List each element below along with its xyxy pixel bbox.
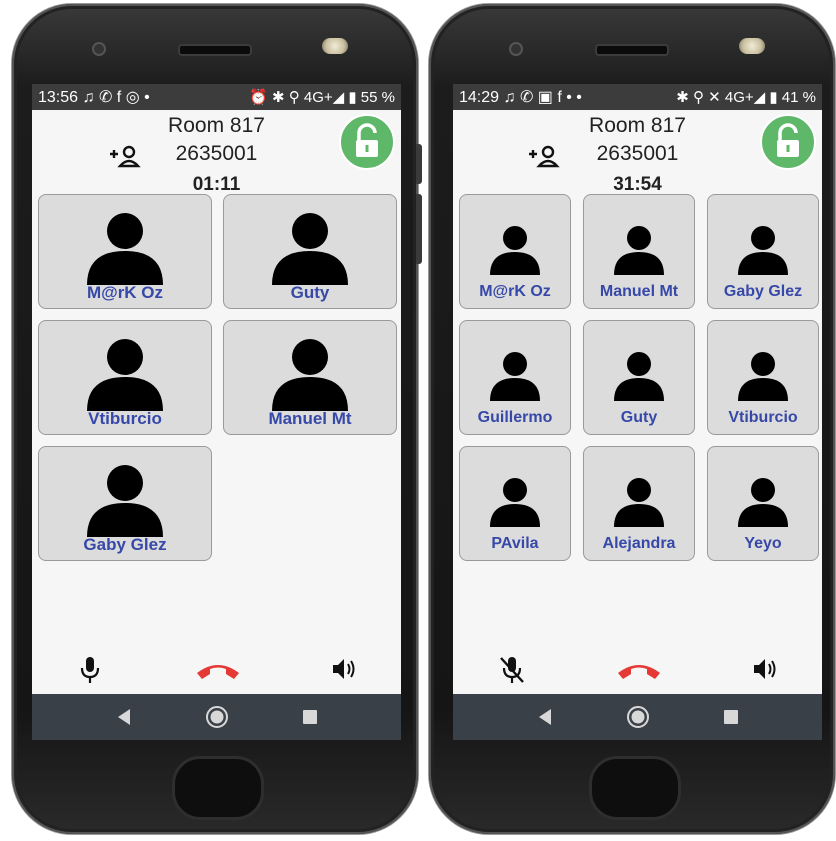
participant-name: Yeyo — [744, 535, 782, 552]
avatar-icon — [614, 352, 664, 401]
home-icon[interactable] — [627, 706, 649, 728]
lock-button[interactable] — [339, 114, 395, 170]
avatar-icon — [738, 478, 788, 527]
status-left: 13:56 ♫ ✆ f ◎ • — [38, 87, 150, 107]
status-time: 14:29 — [459, 89, 500, 106]
call-timer: 01:11 — [192, 174, 241, 195]
microphone-muted-icon[interactable] — [499, 655, 525, 685]
microphone-icon[interactable] — [78, 655, 102, 685]
participant-name: Manuel Mt — [599, 283, 679, 300]
avatar-icon — [614, 226, 664, 275]
participant-name: Guty — [620, 409, 658, 426]
participant-name: Manuel Mt — [268, 409, 352, 428]
hardware-home-button — [589, 756, 681, 820]
participant-tile[interactable]: Yeyo — [707, 446, 819, 561]
participant-name: PAvila — [491, 535, 539, 552]
participant-name: Alejandra — [602, 535, 676, 552]
phone-right: 14:29 ♫ ✆ ▣ f • • ✱ ⚲ ✕ 4G+◢ ▮ 41 % Room… — [429, 4, 835, 834]
recents-icon[interactable] — [723, 709, 739, 725]
hardware-home-button — [172, 756, 264, 820]
speaker-icon[interactable] — [751, 655, 779, 683]
avatar-icon — [87, 213, 163, 285]
participant-name: Vtiburcio — [728, 409, 798, 426]
participant-tile[interactable]: PAvila — [459, 446, 571, 561]
volume-button — [416, 194, 422, 264]
unlock-icon — [356, 123, 378, 157]
back-icon[interactable] — [537, 708, 553, 726]
avatar-icon — [614, 478, 664, 527]
participant-tile[interactable]: M@rK Oz — [38, 194, 212, 309]
flash — [322, 38, 348, 54]
participant-name: Guillermo — [477, 409, 553, 426]
participant-tile[interactable]: Guillermo — [459, 320, 571, 435]
nav-bar — [32, 694, 401, 740]
status-right: ⏰ ✱ ⚲ 4G+◢ ▮ 55 % — [249, 89, 395, 106]
status-left: 14:29 ♫ ✆ ▣ f • • — [459, 87, 582, 107]
call-controls — [32, 651, 401, 691]
status-icons: ♫ ✆ f ◎ • — [82, 89, 150, 106]
participant-tile[interactable]: Guty — [583, 320, 695, 435]
home-icon[interactable] — [206, 706, 228, 728]
nav-bar — [453, 694, 822, 740]
status-time: 13:56 — [38, 89, 79, 106]
avatar-icon — [738, 226, 788, 275]
participant-tile[interactable]: Gaby Glez — [38, 446, 212, 561]
participant-tile[interactable]: Gaby Glez — [707, 194, 819, 309]
participant-tile[interactable]: M@rK Oz — [459, 194, 571, 309]
flash — [739, 38, 765, 54]
participant-name: M@rK Oz — [86, 283, 164, 302]
avatar-icon — [272, 213, 348, 285]
participant-tile[interactable]: Manuel Mt — [583, 194, 695, 309]
call-timer: 31:54 — [613, 174, 662, 195]
screen-right: 14:29 ♫ ✆ ▣ f • • ✱ ⚲ ✕ 4G+◢ ▮ 41 % Room… — [453, 84, 822, 740]
hang-up-icon[interactable] — [194, 659, 242, 681]
avatar-icon — [738, 352, 788, 401]
status-icons: ♫ ✆ ▣ f • • — [503, 89, 582, 106]
back-icon[interactable] — [116, 708, 132, 726]
avatar-icon — [490, 478, 540, 527]
front-camera — [509, 42, 523, 56]
status-bar: 14:29 ♫ ✆ ▣ f • • ✱ ⚲ ✕ 4G+◢ ▮ 41 % — [453, 84, 822, 110]
participant-tile[interactable]: Guty — [223, 194, 397, 309]
participant-tile[interactable]: Vtiburcio — [707, 320, 819, 435]
hang-up-icon[interactable] — [615, 659, 663, 681]
avatar-icon — [87, 339, 163, 411]
phone-left: 13:56 ♫ ✆ f ◎ • ⏰ ✱ ⚲ 4G+◢ ▮ 55 % Room 8… — [12, 4, 422, 834]
avatar-icon — [87, 465, 163, 537]
recents-icon[interactable] — [302, 709, 318, 725]
screen-left: 13:56 ♫ ✆ f ◎ • ⏰ ✱ ⚲ 4G+◢ ▮ 55 % Room 8… — [32, 84, 401, 740]
avatar-icon — [272, 339, 348, 411]
participant-name: Guty — [290, 283, 330, 302]
front-camera — [92, 42, 106, 56]
lock-button[interactable] — [760, 114, 816, 170]
participant-tile[interactable]: Alejandra — [583, 446, 695, 561]
participant-name: Gaby Glez — [723, 283, 803, 300]
earpiece — [178, 44, 252, 56]
avatar-icon — [490, 226, 540, 275]
call-controls — [453, 651, 822, 691]
status-right: ✱ ⚲ ✕ 4G+◢ ▮ 41 % — [676, 89, 816, 106]
participant-name: M@rK Oz — [479, 283, 551, 300]
participant-name: Gaby Glez — [83, 535, 167, 554]
avatar-icon — [490, 352, 540, 401]
earpiece — [595, 44, 669, 56]
unlock-icon — [777, 123, 799, 157]
participant-name: Vtiburcio — [88, 409, 162, 428]
side-button — [416, 144, 422, 184]
participant-tile[interactable]: Manuel Mt — [223, 320, 397, 435]
status-bar: 13:56 ♫ ✆ f ◎ • ⏰ ✱ ⚲ 4G+◢ ▮ 55 % — [32, 84, 401, 110]
participant-tile[interactable]: Vtiburcio — [38, 320, 212, 435]
speaker-icon[interactable] — [330, 655, 358, 683]
